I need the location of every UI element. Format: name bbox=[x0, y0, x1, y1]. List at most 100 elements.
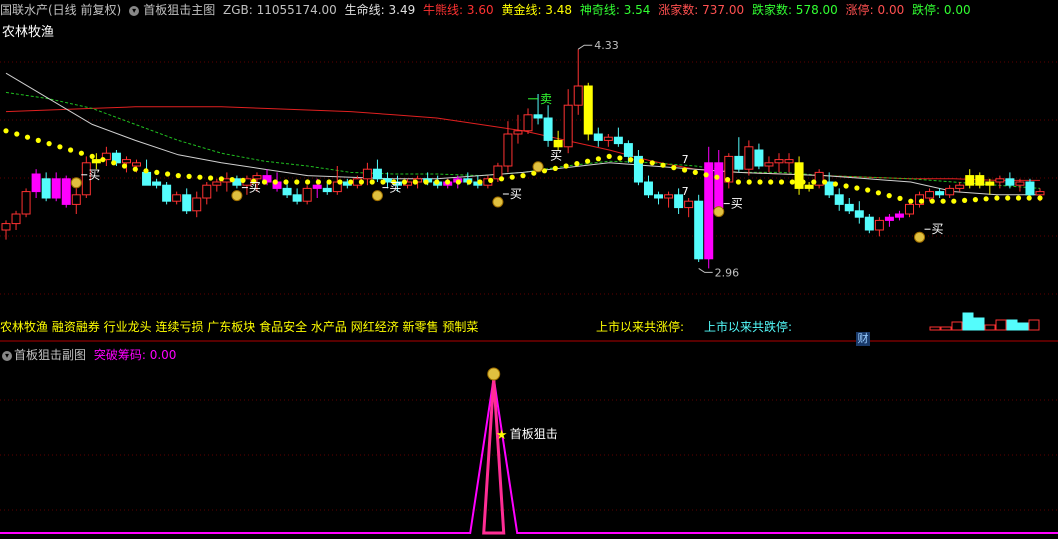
yellow-dot-80 bbox=[865, 187, 871, 193]
volume-bar-9 bbox=[1028, 319, 1040, 331]
candle-body-3 bbox=[31, 173, 41, 193]
candle-body-98 bbox=[985, 181, 995, 186]
candle-body-5 bbox=[51, 178, 61, 199]
candle-body-75 bbox=[754, 149, 764, 167]
candle-body-90 bbox=[904, 203, 914, 215]
candle-body-28 bbox=[282, 187, 292, 196]
buy-signal-4: 买 bbox=[731, 197, 743, 211]
yellow-dot-7 bbox=[78, 150, 84, 156]
candle-body-18 bbox=[182, 194, 192, 212]
buy-signal-1: 买 bbox=[249, 181, 261, 195]
yellow-dot-47 bbox=[509, 174, 515, 180]
yellow-dot-48 bbox=[520, 173, 526, 179]
buy-signal-5: 买 bbox=[932, 222, 944, 236]
candle-body-103 bbox=[1035, 191, 1045, 196]
yellow-dot-92 bbox=[994, 195, 1000, 201]
candle-body-78 bbox=[784, 159, 794, 164]
candle-body-51 bbox=[513, 130, 523, 135]
yellow-dot-46 bbox=[498, 176, 505, 182]
yellow-dot-38 bbox=[412, 179, 418, 185]
red-ma-line bbox=[5, 106, 1040, 181]
candle-body-73 bbox=[734, 155, 744, 170]
candle-body-95 bbox=[955, 184, 965, 189]
yellow-dot-77 bbox=[832, 181, 839, 187]
candle-body-7 bbox=[71, 194, 81, 205]
count-label-1: 7 bbox=[682, 185, 689, 198]
candle-body-99 bbox=[995, 178, 1005, 183]
candle-body-36 bbox=[362, 168, 372, 180]
sub-settings-circle-icon[interactable]: ▾ bbox=[2, 350, 12, 361]
yellow-dot-22 bbox=[240, 177, 246, 183]
yellow-dot-9 bbox=[100, 157, 106, 163]
candle-body-76 bbox=[764, 162, 774, 167]
candle-body-84 bbox=[844, 203, 854, 212]
yellow-dot-15 bbox=[165, 171, 171, 177]
yellow-dot-91 bbox=[983, 196, 989, 202]
yellow-dot-14 bbox=[154, 169, 160, 175]
yellow-dot-96 bbox=[1037, 195, 1043, 201]
yellow-dot-64 bbox=[692, 169, 698, 175]
yellow-dot-8 bbox=[89, 153, 95, 159]
yellow-dot-90 bbox=[972, 197, 979, 203]
yellow-dot-31 bbox=[337, 179, 343, 185]
candle-body-88 bbox=[884, 216, 894, 221]
limit-up-count-label: 上市以来共涨停: bbox=[596, 320, 685, 334]
candle-body-21 bbox=[212, 181, 222, 186]
yellow-dot-28 bbox=[305, 179, 311, 185]
yellow-dot-89 bbox=[962, 197, 968, 203]
yellow-dot-34 bbox=[369, 179, 375, 185]
yellow-dot-30 bbox=[326, 179, 332, 185]
candle-body-77 bbox=[774, 159, 784, 164]
candle-body-64 bbox=[643, 181, 653, 196]
main-chart[interactable]: 买买买买买买卖买 774.332.96★ 首板狙击 bbox=[0, 0, 1058, 539]
candle-body-14 bbox=[142, 171, 152, 186]
yellow-dot-11 bbox=[121, 163, 128, 169]
candle-body-9 bbox=[91, 159, 101, 164]
yellow-dot-54 bbox=[585, 158, 591, 164]
yellow-dot-40 bbox=[434, 179, 440, 185]
candle-body-87 bbox=[874, 219, 884, 231]
yellow-dot-41 bbox=[445, 179, 451, 185]
candle-body-58 bbox=[583, 85, 593, 135]
yellow-dot-78 bbox=[843, 183, 849, 189]
candle-body-92 bbox=[925, 191, 935, 199]
yellow-dot-86 bbox=[929, 198, 935, 204]
sub-indicator-name[interactable]: 首板狙击副图 bbox=[14, 348, 86, 362]
candle-body-12 bbox=[121, 159, 131, 164]
yellow-dot-71 bbox=[768, 179, 774, 185]
yellow-dot-5 bbox=[57, 144, 63, 150]
candle-body-53 bbox=[533, 114, 543, 119]
yellow-dot-37 bbox=[401, 179, 408, 185]
candle-body-96 bbox=[965, 175, 975, 186]
finance-badge[interactable]: 财 bbox=[856, 332, 870, 346]
sell-signal: 卖 bbox=[540, 92, 552, 106]
candle-body-25 bbox=[252, 175, 262, 180]
yellow-dot-43 bbox=[466, 179, 472, 185]
candle-body-71 bbox=[714, 162, 724, 209]
candle-body-97 bbox=[975, 175, 985, 186]
buy-signal-0: 买 bbox=[88, 168, 100, 182]
yellow-dot-57 bbox=[617, 155, 623, 161]
volume-bar-6 bbox=[995, 319, 1007, 331]
low-label: 2.96 bbox=[715, 266, 740, 279]
yellow-dot-53 bbox=[574, 161, 580, 167]
low-pointer bbox=[698, 267, 713, 273]
money-bag-icon-1 bbox=[231, 190, 243, 202]
yellow-dot-24 bbox=[261, 179, 268, 185]
candle-body-100 bbox=[1005, 178, 1015, 186]
limit-down-count-label: 上市以来共跌停: bbox=[704, 320, 793, 334]
candle-body-79 bbox=[794, 162, 804, 189]
sub-money-bag-icon bbox=[487, 367, 501, 381]
yellow-dot-82 bbox=[886, 193, 892, 199]
volume-bar-3 bbox=[962, 312, 974, 331]
yellow-dot-88 bbox=[951, 198, 957, 204]
high-pointer bbox=[577, 44, 593, 50]
money-bag-icon-5 bbox=[914, 231, 926, 243]
candle-body-1 bbox=[11, 213, 21, 225]
candle-body-80 bbox=[804, 184, 814, 189]
yellow-dot-42 bbox=[455, 179, 461, 185]
candle-body-93 bbox=[935, 191, 945, 196]
candle-body-83 bbox=[834, 194, 844, 205]
yellow-dot-63 bbox=[682, 167, 688, 173]
candle-body-19 bbox=[192, 197, 202, 212]
